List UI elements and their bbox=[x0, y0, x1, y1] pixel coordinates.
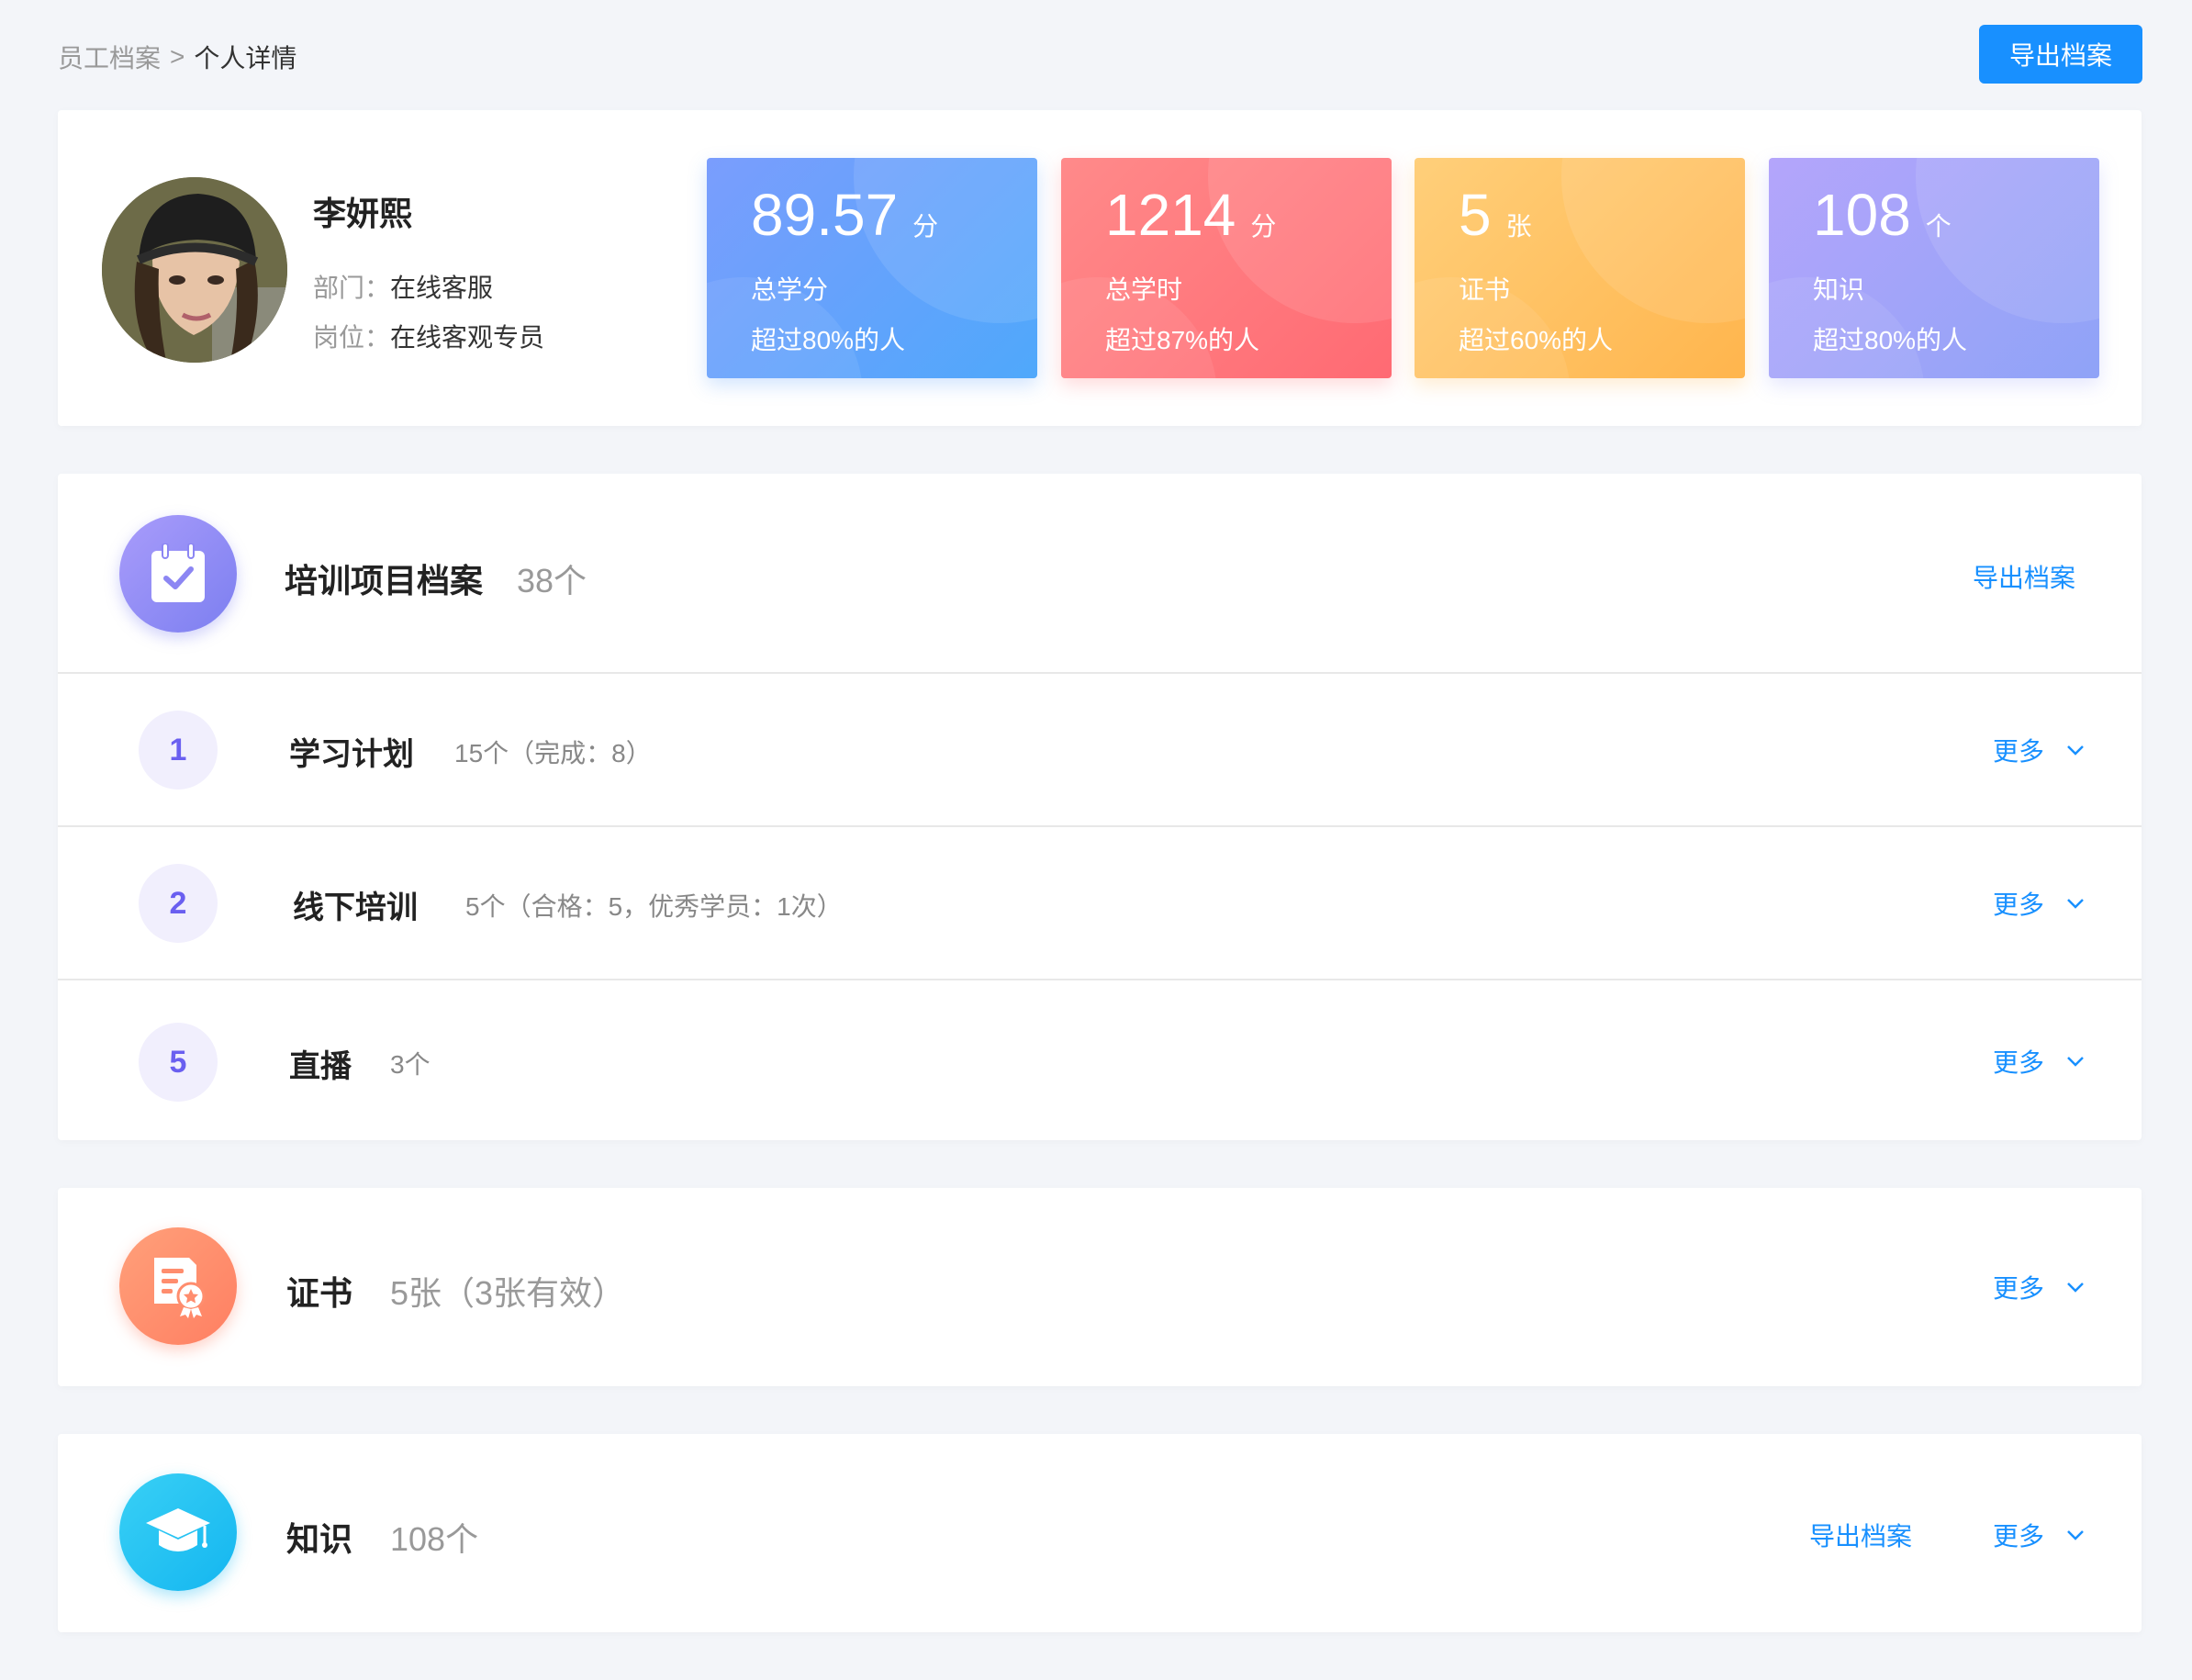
stat-unit: 分 bbox=[1250, 212, 1277, 241]
chevron-down-icon bbox=[2067, 745, 2084, 756]
avatar bbox=[102, 177, 287, 363]
stat-card-hours: 1214 分 总学时 超过87%的人 bbox=[1061, 158, 1392, 378]
training-archive-card: 培训项目档案 38个 导出档案 1 学习计划 15个（完成：8） 更多 2 线下… bbox=[58, 474, 2142, 1140]
position-label: 岗位： bbox=[313, 323, 391, 352]
training-section-header: 培训项目档案 38个 导出档案 bbox=[58, 474, 2142, 674]
certificate-icon bbox=[119, 1227, 237, 1345]
stat-label: 证书 bbox=[1459, 275, 1511, 304]
stat-unit: 张 bbox=[1505, 212, 1532, 241]
certificate-section-title: 证书 bbox=[286, 1274, 353, 1312]
item-number-badge: 2 bbox=[139, 864, 218, 943]
item-description: 5个（合格：5，优秀学员：1次） bbox=[465, 892, 843, 921]
training-section-title: 培训项目档案 bbox=[285, 562, 484, 599]
stat-label: 知识 bbox=[1813, 275, 1865, 304]
more-label: 更多 bbox=[1993, 737, 2045, 766]
more-label: 更多 bbox=[1993, 1048, 2045, 1077]
breadcrumb: 员工档案 > 个人详情 bbox=[58, 39, 296, 75]
list-item: 1 学习计划 15个（完成：8） 更多 bbox=[58, 674, 2142, 827]
more-dropdown[interactable]: 更多 bbox=[1993, 1043, 2085, 1080]
list-item: 5 直播 3个 更多 bbox=[58, 980, 2142, 1134]
more-dropdown[interactable]: 更多 bbox=[1993, 1269, 2085, 1305]
graduation-cap-icon bbox=[119, 1473, 237, 1591]
knowledge-section-title: 知识 bbox=[286, 1520, 353, 1558]
department-label: 部门： bbox=[313, 274, 391, 302]
stat-compare: 超过60%的人 bbox=[1459, 326, 1614, 354]
profile-card: 李妍熙 部门：在线客服 岗位：在线客观专员 89.57 分 总学分 超过80%的人… bbox=[58, 110, 2142, 426]
calendar-check-icon bbox=[119, 515, 237, 633]
stat-value: 1214 bbox=[1105, 182, 1236, 248]
more-label: 更多 bbox=[1993, 1522, 2045, 1551]
more-label: 更多 bbox=[1993, 890, 2045, 919]
stat-value: 5 bbox=[1459, 182, 1492, 248]
item-title: 线下培训 bbox=[293, 890, 418, 925]
item-description: 15个（完成：8） bbox=[454, 739, 652, 767]
certificate-section-count: 5张（3张有效） bbox=[390, 1274, 626, 1312]
item-number-badge: 5 bbox=[139, 1023, 218, 1102]
item-title: 直播 bbox=[289, 1049, 352, 1084]
stat-card-credits: 89.57 分 总学分 超过80%的人 bbox=[707, 158, 1037, 378]
position-value: 在线客观专员 bbox=[390, 323, 545, 352]
chevron-down-icon bbox=[2067, 1057, 2084, 1067]
position-row: 岗位：在线客观专员 bbox=[313, 318, 544, 354]
employee-name: 李妍熙 bbox=[313, 195, 413, 232]
breadcrumb-separator: > bbox=[170, 42, 185, 71]
stat-unit: 个 bbox=[1925, 212, 1952, 241]
chevron-down-icon bbox=[2067, 1530, 2084, 1540]
stat-label: 总学分 bbox=[751, 275, 829, 304]
breadcrumb-current: 个人详情 bbox=[194, 44, 297, 73]
stat-compare: 超过87%的人 bbox=[1105, 326, 1260, 354]
chevron-down-icon bbox=[2067, 1282, 2084, 1293]
more-dropdown[interactable]: 更多 bbox=[1993, 732, 2085, 768]
stat-card-certificates: 5张 证书 超过60%的人 bbox=[1415, 158, 1745, 378]
knowledge-export-link[interactable]: 导出档案 bbox=[1809, 1517, 1912, 1553]
certificate-card: 证书 5张（3张有效） 更多 bbox=[58, 1188, 2142, 1386]
department-row: 部门：在线客服 bbox=[313, 268, 493, 305]
export-archive-button[interactable]: 导出档案 bbox=[1979, 25, 2142, 84]
stat-compare: 超过80%的人 bbox=[1813, 326, 1968, 354]
chevron-down-icon bbox=[2067, 899, 2084, 909]
item-description: 3个 bbox=[390, 1050, 431, 1079]
list-item: 2 线下培训 5个（合格：5，优秀学员：1次） 更多 bbox=[58, 827, 2142, 980]
training-export-link[interactable]: 导出档案 bbox=[1973, 558, 2075, 595]
breadcrumb-parent-link[interactable]: 员工档案 bbox=[58, 39, 161, 75]
knowledge-card: 知识 108个 导出档案 更多 bbox=[58, 1434, 2142, 1632]
training-section-count: 38个 bbox=[517, 562, 587, 599]
stat-card-knowledge: 108 个 知识 超过80%的人 bbox=[1769, 158, 2099, 378]
department-value: 在线客服 bbox=[390, 274, 494, 302]
stat-unit: 分 bbox=[912, 212, 939, 241]
stat-value: 108 bbox=[1813, 182, 1911, 248]
more-dropdown[interactable]: 更多 bbox=[1993, 885, 2085, 922]
stat-value: 89.57 bbox=[751, 182, 899, 248]
stat-label: 总学时 bbox=[1105, 275, 1183, 304]
item-title: 学习计划 bbox=[289, 737, 414, 772]
more-dropdown[interactable]: 更多 bbox=[1993, 1517, 2085, 1553]
item-number-badge: 1 bbox=[139, 711, 218, 790]
stat-compare: 超过80%的人 bbox=[751, 326, 906, 354]
knowledge-section-count: 108个 bbox=[390, 1520, 479, 1558]
more-label: 更多 bbox=[1993, 1274, 2045, 1303]
